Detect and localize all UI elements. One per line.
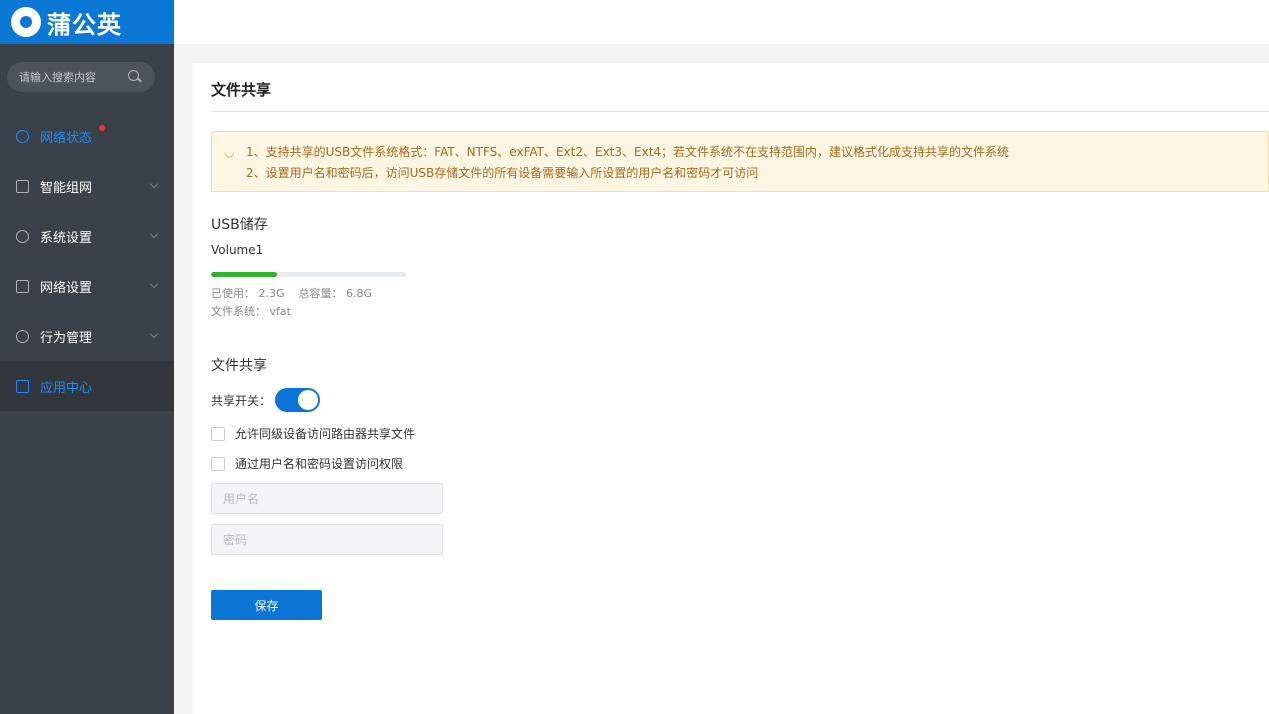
sidebar-item-label: 行为管理	[40, 330, 93, 346]
brand-name: 蒲公英	[47, 10, 122, 39]
used-label: 已使用：	[211, 287, 255, 300]
search-input[interactable]	[19, 70, 127, 84]
gear-icon	[16, 229, 29, 243]
share-switch-label: 共享开关：	[211, 393, 272, 408]
usage-progress-fill	[211, 272, 277, 277]
sidebar-item-network-settings[interactable]: 网络设置	[0, 261, 174, 311]
search-icon[interactable]	[127, 69, 143, 85]
sidebar-item-system-settings[interactable]: 系统设置	[0, 211, 174, 261]
notice-line-2: 2、设置用户名和密码后，访问USB存储文件的所有设备需要输入所设置的用户名和密码…	[246, 166, 759, 180]
chevron-down-icon	[149, 279, 159, 289]
share-section-title: 文件共享	[211, 358, 267, 374]
allow-peer-access-option[interactable]: 允许同级设备访问路由器共享文件	[211, 425, 415, 442]
password-field[interactable]	[211, 524, 443, 555]
smile-icon: ◡	[224, 145, 235, 159]
credential-access-checkbox[interactable]	[211, 456, 225, 471]
top-bar	[174, 0, 1269, 44]
notification-dot	[99, 125, 105, 131]
network-status-icon	[16, 129, 29, 143]
sidebar-nav: 网络状态 智能组网 系统设置 网络设置 行为管理 应用中心	[0, 111, 174, 411]
sidebar-item-label: 智能组网	[40, 180, 93, 196]
dandelion-logo-icon	[11, 7, 41, 37]
cube-icon	[16, 379, 29, 393]
filesystem-info: 文件系统： vfat	[211, 303, 291, 319]
sidebar: 蒲公英 网络状态 智能组网 系统设置 网络设置 行为管理	[0, 0, 174, 714]
usage-info: 已使用： 2.3G 总容量： 6.8G	[211, 285, 372, 301]
smart-networking-icon	[16, 179, 29, 193]
filesystem-label: 文件系统：	[211, 305, 266, 318]
credential-access-option[interactable]: 通过用户名和密码设置访问权限	[211, 455, 403, 472]
total-label: 总容量：	[298, 287, 343, 300]
credential-access-label: 通过用户名和密码设置访问权限	[235, 457, 404, 471]
notice-line-1: 1、支持共享的USB文件系统格式：FAT、NTFS、exFAT、Ext2、Ext…	[246, 145, 1010, 159]
used-value: 2.3G	[258, 287, 285, 300]
toggle-knob	[298, 390, 319, 410]
volume-name: Volume1	[211, 243, 264, 257]
main-panel: 文件共享 ◡ 1、支持共享的USB文件系统格式：FAT、NTFS、exFAT、E…	[193, 63, 1269, 714]
sidebar-item-smart-networking[interactable]: 智能组网	[0, 161, 174, 211]
chevron-down-icon	[149, 179, 159, 189]
share-switch-row: 共享开关：	[211, 388, 321, 412]
sidebar-item-label: 系统设置	[40, 230, 93, 246]
sidebar-item-label: 应用中心	[40, 380, 93, 396]
usb-section-title: USB储存	[211, 217, 268, 233]
chevron-down-icon	[149, 329, 159, 339]
notice-box: ◡ 1、支持共享的USB文件系统格式：FAT、NTFS、exFAT、Ext2、E…	[211, 131, 1269, 192]
usage-progress-bar	[211, 272, 406, 277]
sidebar-item-app-center[interactable]: 应用中心	[0, 361, 174, 411]
sidebar-item-label: 网络设置	[40, 280, 93, 296]
brand-logo[interactable]: 蒲公英	[0, 0, 174, 44]
save-button[interactable]: 保存	[211, 590, 322, 620]
sidebar-search	[7, 62, 155, 92]
sidebar-item-behavior-management[interactable]: 行为管理	[0, 311, 174, 361]
share-toggle[interactable]	[275, 388, 321, 412]
network-settings-icon	[16, 279, 29, 293]
page-title: 文件共享	[211, 81, 272, 99]
behavior-management-icon	[16, 329, 29, 343]
allow-peer-access-label: 允许同级设备访问路由器共享文件	[235, 427, 416, 441]
sidebar-item-network-status[interactable]: 网络状态	[0, 111, 174, 161]
sidebar-item-label: 网络状态	[40, 130, 93, 146]
total-value: 6.8G	[346, 287, 373, 300]
chevron-down-icon	[149, 229, 159, 239]
title-divider	[211, 111, 1269, 112]
filesystem-value: vfat	[269, 305, 291, 318]
allow-peer-access-checkbox[interactable]	[211, 426, 225, 441]
username-field[interactable]	[211, 483, 443, 514]
